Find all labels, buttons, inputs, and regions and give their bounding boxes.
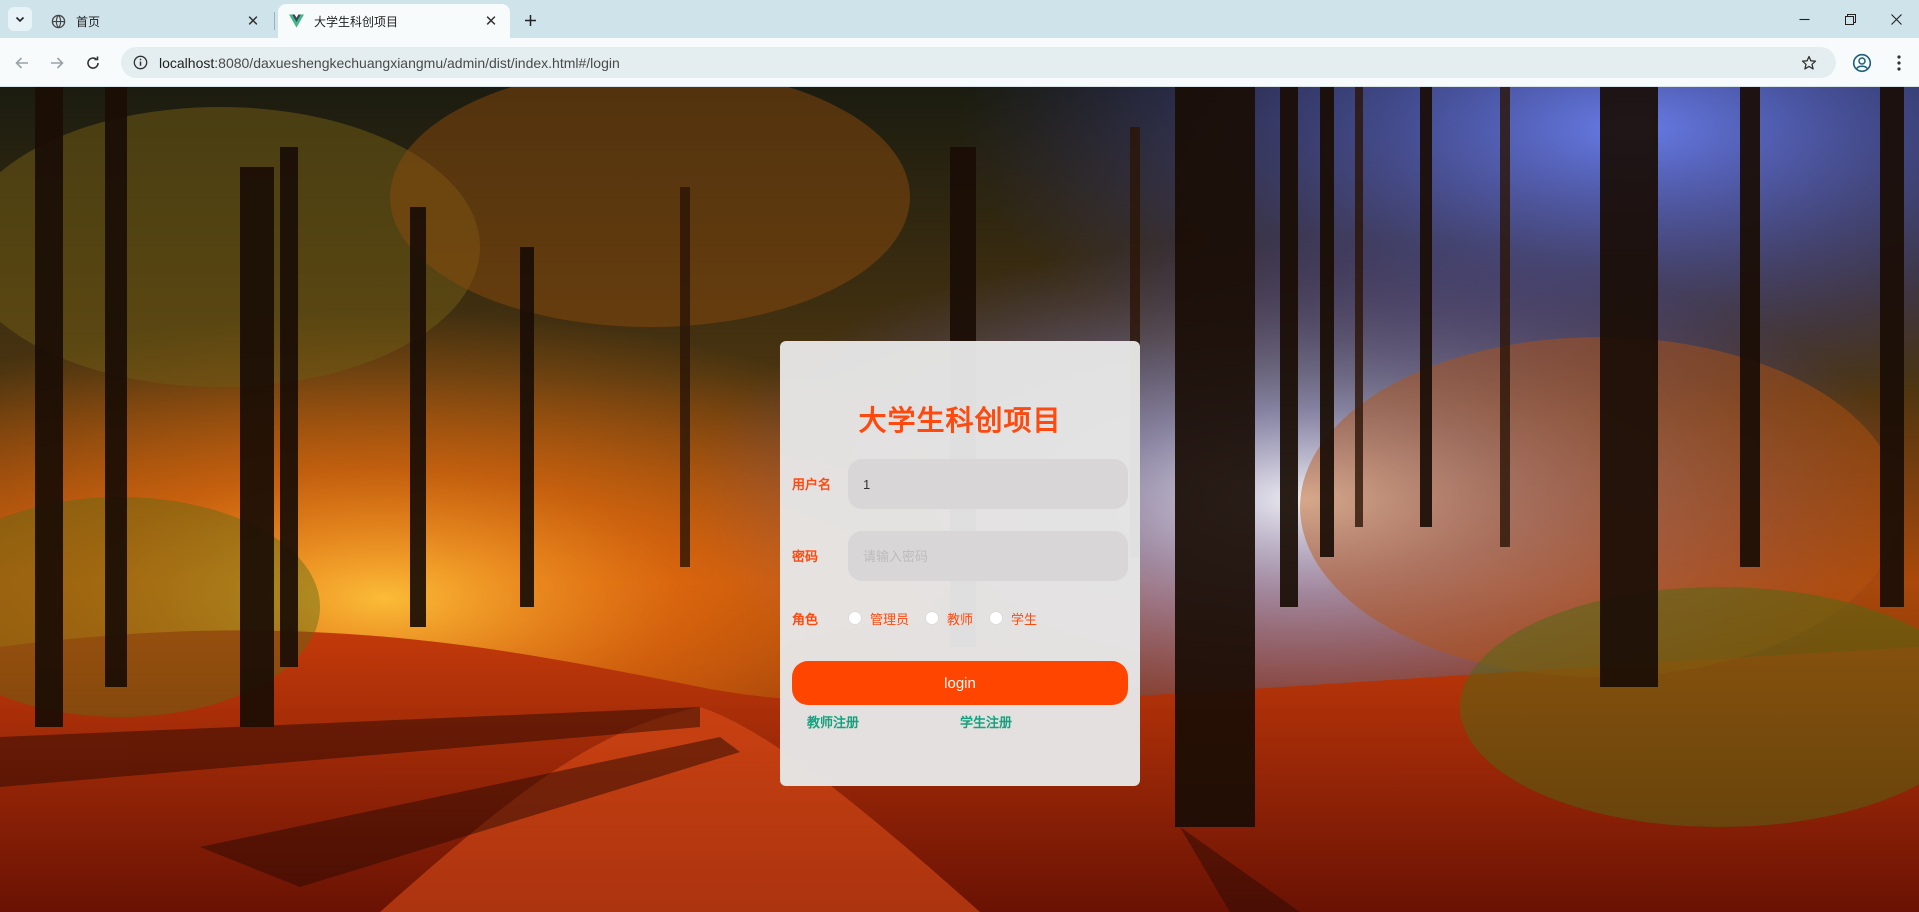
teacher-register-link[interactable]: 教师注册 <box>807 712 859 731</box>
bookmark-star-icon[interactable] <box>1799 53 1819 73</box>
radio-circle[interactable] <box>989 611 1004 625</box>
browser-toolbar: localhost:8080/daxueshengkechuangxiangmu… <box>0 38 1919 87</box>
plus-icon <box>524 14 536 26</box>
role-option-label: 管理员 <box>870 611 910 627</box>
role-option-label: 学生 <box>1011 611 1038 627</box>
password-label: 密码 <box>792 549 819 564</box>
address-bar[interactable]: localhost:8080/daxueshengkechuangxiangmu… <box>121 47 1836 78</box>
restore-button[interactable] <box>1827 0 1873 38</box>
globe-icon <box>50 13 66 29</box>
username-input[interactable] <box>848 459 1128 509</box>
url-path: :8080/daxueshengkechuangxiangmu/admin/di… <box>214 54 620 71</box>
browser-tab-bar: 首页 ✕ 大学生科创项目 ✕ <box>0 0 1919 38</box>
login-button[interactable]: login <box>792 661 1128 705</box>
login-page: 大学生科创项目 用户名 密码 角色 管理员 教师 学生 login 教师注册 学… <box>0 87 1919 912</box>
role-radio-teacher[interactable]: 教师 <box>925 609 973 628</box>
tab-title: 首页 <box>76 14 101 29</box>
password-input[interactable] <box>848 531 1128 581</box>
tab-divider <box>274 12 275 30</box>
minimize-icon <box>1799 18 1809 20</box>
forward-button[interactable] <box>44 50 70 76</box>
more-menu-icon[interactable] <box>1889 51 1909 75</box>
url-host: localhost <box>159 54 215 71</box>
radio-circle[interactable] <box>848 611 862 625</box>
close-icon[interactable]: ✕ <box>482 12 500 30</box>
page-title: 大学生科创项目 <box>858 405 1062 436</box>
close-icon <box>1890 13 1902 25</box>
role-option-label: 教师 <box>947 611 974 627</box>
arrow-right-icon <box>51 57 64 69</box>
tab-home[interactable]: 首页 ✕ <box>40 4 272 38</box>
site-info-icon[interactable] <box>131 54 149 72</box>
minimize-button[interactable] <box>1781 0 1827 38</box>
role-label: 角色 <box>792 612 819 627</box>
arrow-left-icon <box>15 57 28 69</box>
close-window-button[interactable] <box>1873 0 1919 38</box>
vue-logo-icon <box>288 13 304 29</box>
role-radio-admin[interactable]: 管理员 <box>848 609 909 628</box>
role-radio-group: 管理员 教师 学生 <box>848 609 1053 627</box>
login-card: 大学生科创项目 用户名 密码 角色 管理员 教师 学生 login 教师注册 学… <box>780 341 1140 786</box>
role-radio-student[interactable]: 学生 <box>989 609 1037 628</box>
username-label: 用户名 <box>792 477 832 492</box>
new-tab-button[interactable] <box>518 8 542 32</box>
tab-project[interactable]: 大学生科创项目 ✕ <box>278 4 510 38</box>
reload-button[interactable] <box>80 50 106 76</box>
radio-circle[interactable] <box>925 611 940 625</box>
back-button[interactable] <box>9 50 35 76</box>
reload-icon <box>87 56 99 69</box>
restore-icon <box>1844 13 1856 25</box>
url-text: localhost:8080/daxueshengkechuangxiangmu… <box>159 55 620 71</box>
profile-avatar-icon[interactable] <box>1850 51 1874 75</box>
tab-title: 大学生科创项目 <box>314 14 399 29</box>
close-icon[interactable]: ✕ <box>244 12 262 30</box>
student-register-link[interactable]: 学生注册 <box>960 712 1012 731</box>
tab-search-button[interactable] <box>8 7 32 31</box>
chevron-down-icon <box>15 16 25 23</box>
